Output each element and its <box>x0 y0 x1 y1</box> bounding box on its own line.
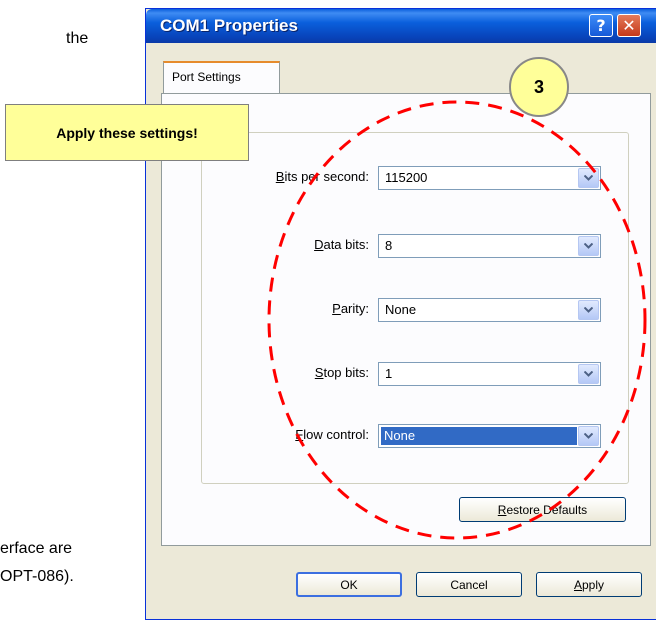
chevron-down-icon[interactable] <box>578 236 599 256</box>
cancel-button[interactable]: Cancel <box>416 572 522 597</box>
flow-control-select[interactable]: None <box>378 424 601 448</box>
help-button[interactable]: ? <box>589 14 613 37</box>
window-title: COM1 Properties <box>160 16 298 35</box>
parity-value: None <box>385 302 417 317</box>
annotation-callout: Apply these settings! <box>5 104 249 161</box>
background-text-line-1: erface are <box>0 540 73 557</box>
background-text-line-2: OPT-086). <box>0 568 74 585</box>
chevron-down-icon[interactable] <box>578 364 599 384</box>
bits-per-second-select[interactable]: 115200 <box>378 166 601 190</box>
field-row-stop-bits: Stop bits: 1 <box>162 362 652 386</box>
help-icon: ? <box>596 16 606 35</box>
parity-label: Parity: <box>332 301 369 316</box>
flow-control-value: None <box>381 427 577 445</box>
background-text-the: the <box>66 30 89 47</box>
data-bits-value: 8 <box>385 238 393 253</box>
restore-defaults-button[interactable]: Restore Defaults <box>459 497 626 522</box>
parity-select[interactable]: None <box>378 298 601 322</box>
stop-bits-label: Stop bits: <box>314 365 369 380</box>
tab-port-settings[interactable]: Port Settings <box>163 61 280 94</box>
ok-button[interactable]: OK <box>296 572 402 597</box>
close-button[interactable]: ✕ <box>617 14 641 37</box>
field-row-bits-per-second: Bits per second: 115200 <box>162 166 652 190</box>
apply-button[interactable]: Apply <box>536 572 642 597</box>
bits-per-second-label: Bits per second: <box>275 169 369 184</box>
field-row-data-bits: Data bits: 8 <box>162 234 652 258</box>
stop-bits-select[interactable]: 1 <box>378 362 601 386</box>
data-bits-select[interactable]: 8 <box>378 234 601 258</box>
chevron-down-icon[interactable] <box>578 300 599 320</box>
com1-properties-dialog: COM1 Properties ? ✕ Port Settings Bits p… <box>145 8 656 620</box>
chevron-down-icon[interactable] <box>578 426 599 446</box>
title-bar[interactable]: COM1 Properties ? ✕ <box>146 9 656 43</box>
field-row-flow-control: Flow control: None <box>162 424 652 448</box>
data-bits-label: Data bits: <box>314 237 369 252</box>
field-row-parity: Parity: None <box>162 298 652 322</box>
close-icon: ✕ <box>622 16 636 35</box>
stop-bits-value: 1 <box>385 366 393 381</box>
step-number-badge: 3 <box>509 57 569 117</box>
bits-per-second-value: 115200 <box>385 170 428 185</box>
chevron-down-icon[interactable] <box>578 168 599 188</box>
flow-control-label: Flow control: <box>295 427 369 442</box>
